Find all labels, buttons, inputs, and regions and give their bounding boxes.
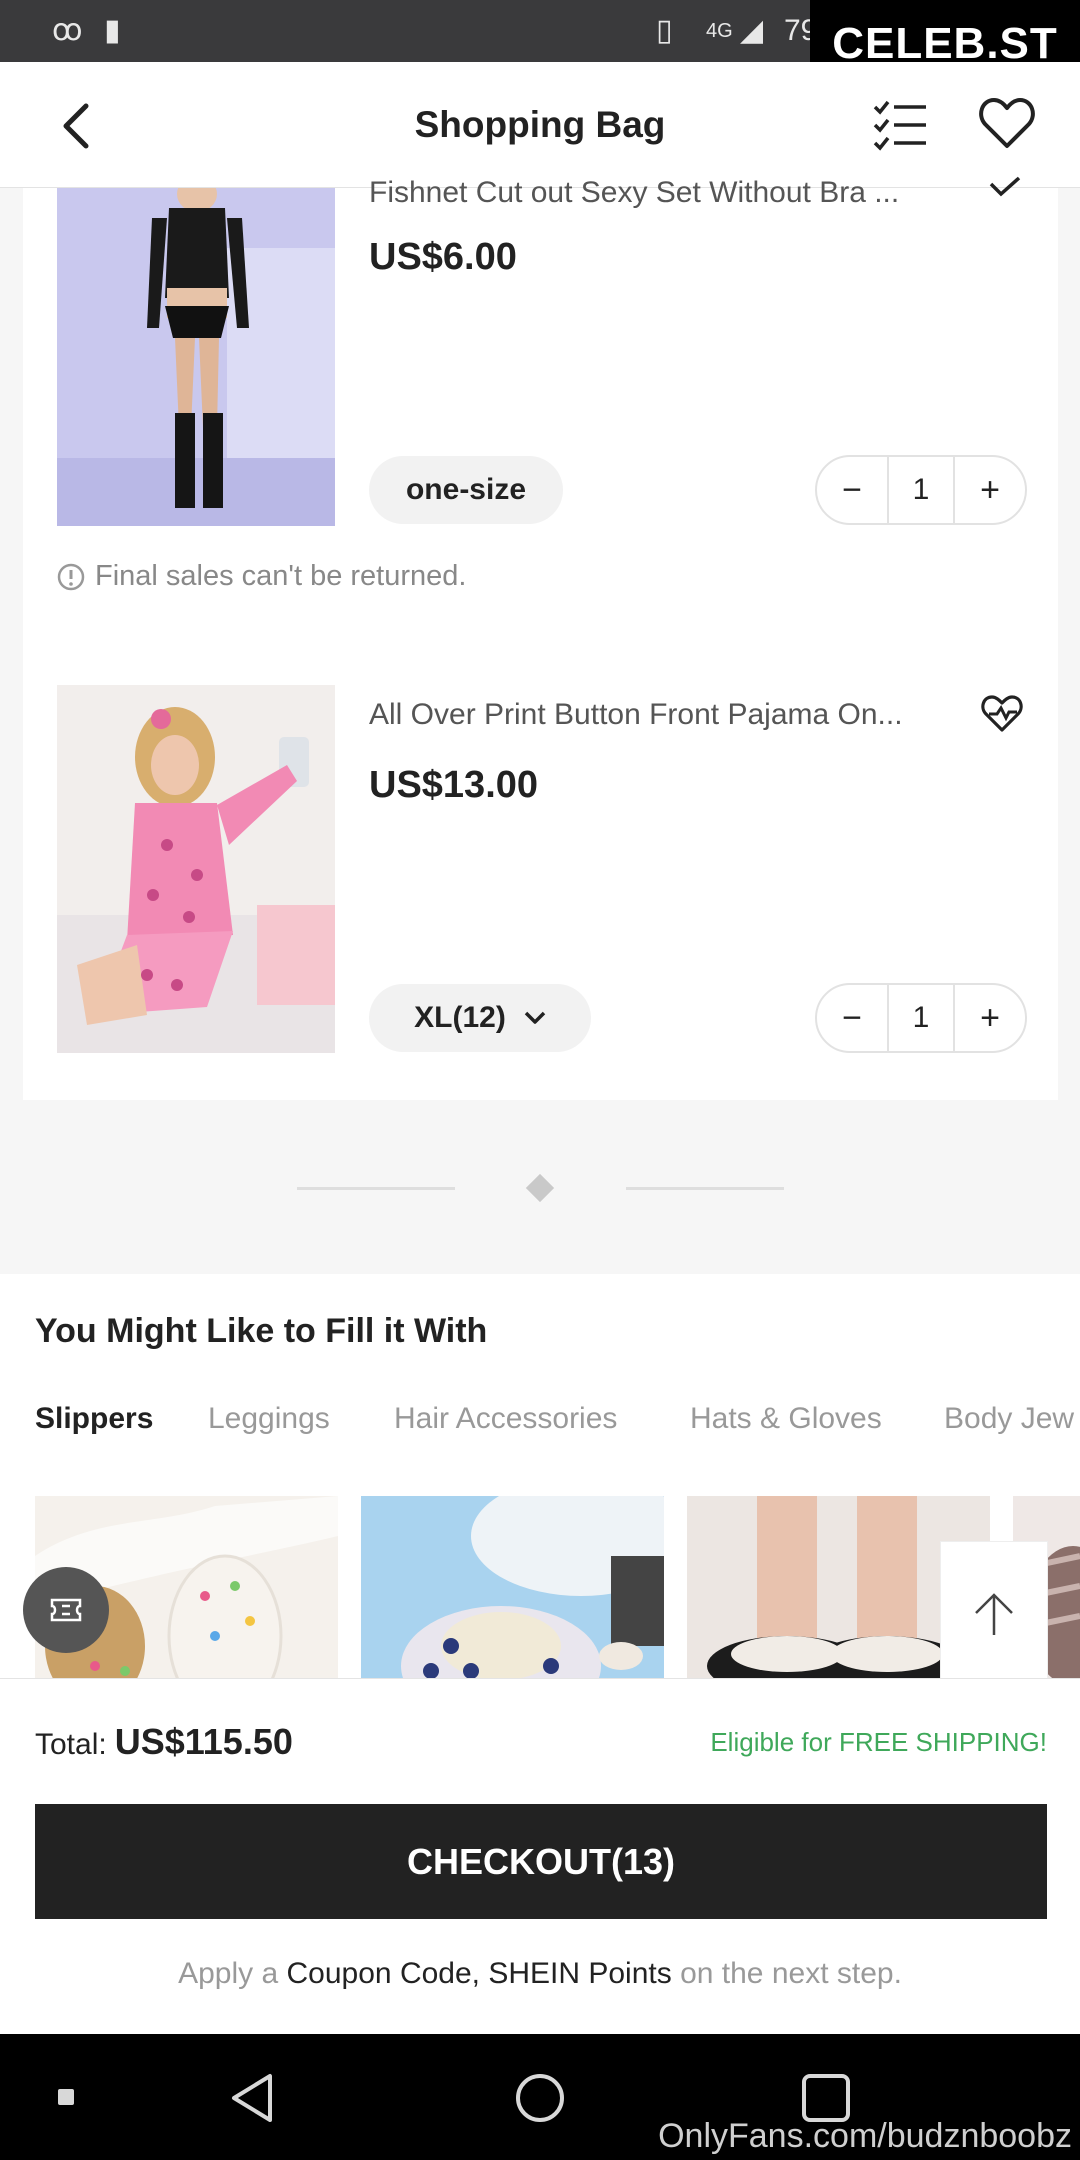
recommended-product-image[interactable] [361, 1496, 664, 1678]
cart-items-card: Fishnet Cut out Sexy Set Without Bra ...… [23, 176, 1058, 1100]
quantity-value[interactable]: 1 [887, 985, 955, 1051]
divider-right [626, 1187, 784, 1190]
product-price: US$6.00 [369, 236, 517, 278]
tab-hats-gloves[interactable]: Hats & Gloves [690, 1402, 882, 1436]
checkout-footer: Total: US$115.50 Eligible for FREE SHIPP… [0, 1678, 1080, 2034]
tab-slippers[interactable]: Slippers [35, 1402, 153, 1436]
total-label: Total: [35, 1728, 107, 1761]
vibrate-icon: ▯ [656, 14, 673, 47]
heart-add-icon[interactable] [979, 694, 1025, 734]
apply-coupon-hint: Apply a Coupon Code, SHEIN Points on the… [0, 1957, 1080, 1991]
checklist-icon[interactable] [872, 98, 928, 152]
product-image[interactable] [57, 176, 335, 526]
lte-icon: 4G [706, 20, 733, 42]
sim-icon: ▮ [104, 14, 121, 47]
wishlist-heart-icon[interactable] [978, 96, 1036, 150]
tab-leggings[interactable]: Leggings [208, 1402, 330, 1436]
apply-suffix: on the next step. [680, 1957, 902, 1990]
quantity-stepper: − 1 + [815, 983, 1027, 1053]
total-value: US$115.50 [114, 1721, 293, 1762]
nav-menu-icon[interactable] [58, 2089, 74, 2105]
nav-home-icon[interactable] [514, 2072, 566, 2129]
coupon-icon [50, 1598, 82, 1622]
order-total: Total: US$115.50 [35, 1721, 293, 1763]
divider-left [297, 1187, 455, 1190]
product-name[interactable]: All Over Print Button Front Pajama On... [369, 698, 949, 732]
apply-prefix: Apply a [178, 1957, 279, 1990]
notice-text: Final sales can't be returned. [95, 560, 467, 592]
minus-icon[interactable]: − [817, 999, 887, 1038]
divider-diamond-icon [525, 1173, 555, 1203]
tab-hair-accessories[interactable]: Hair Accessories [394, 1402, 617, 1436]
size-label: one-size [405, 473, 527, 506]
free-shipping-note: Eligible for FREE SHIPPING! [710, 1727, 1047, 1757]
back-to-top-button[interactable] [940, 1541, 1048, 1687]
product-name[interactable]: Fishnet Cut out Sexy Set Without Bra ... [369, 176, 949, 210]
quantity-stepper: − 1 + [815, 455, 1027, 525]
nav-back-icon[interactable] [228, 2072, 278, 2129]
info-icon [57, 563, 85, 590]
coupon-float-button[interactable] [23, 1567, 109, 1653]
checkout-button[interactable]: CHECKOUT(13) [35, 1804, 1047, 1919]
tab-body-jewelry[interactable]: Body Jew [944, 1402, 1080, 1436]
final-sale-notice: Final sales can't be returned. [57, 560, 466, 593]
size-selector[interactable]: XL(12) [369, 984, 591, 1052]
recommendations-title: You Might Like to Fill it With [35, 1312, 488, 1350]
recommendations-section: You Might Like to Fill it With Slippers … [0, 1274, 1080, 1678]
arrow-up-icon [975, 1593, 1013, 1635]
product-price: US$13.00 [369, 764, 539, 806]
watermark-bottom: OnlyFans.com/budznboobz [658, 2117, 1072, 2155]
signal-icon: ◢ [740, 14, 764, 47]
plus-icon[interactable]: + [955, 999, 1025, 1038]
system-nav-bar: OnlyFans.com/budznboobz [0, 2034, 1080, 2160]
apply-links[interactable]: Coupon Code, SHEIN Points [287, 1957, 672, 1990]
plus-icon[interactable]: + [955, 471, 1025, 510]
quantity-value[interactable]: 1 [887, 457, 955, 523]
minus-icon[interactable]: − [817, 471, 887, 510]
size-selector[interactable]: one-size [369, 456, 563, 524]
app-header: Shopping Bag [0, 62, 1080, 188]
product-image[interactable] [57, 685, 335, 1053]
chevron-down-icon [524, 1011, 546, 1024]
voicemail-icon: ꝏ [52, 14, 83, 47]
heart-add-icon[interactable] [985, 176, 1025, 204]
size-label: XL(12) [414, 1001, 506, 1034]
